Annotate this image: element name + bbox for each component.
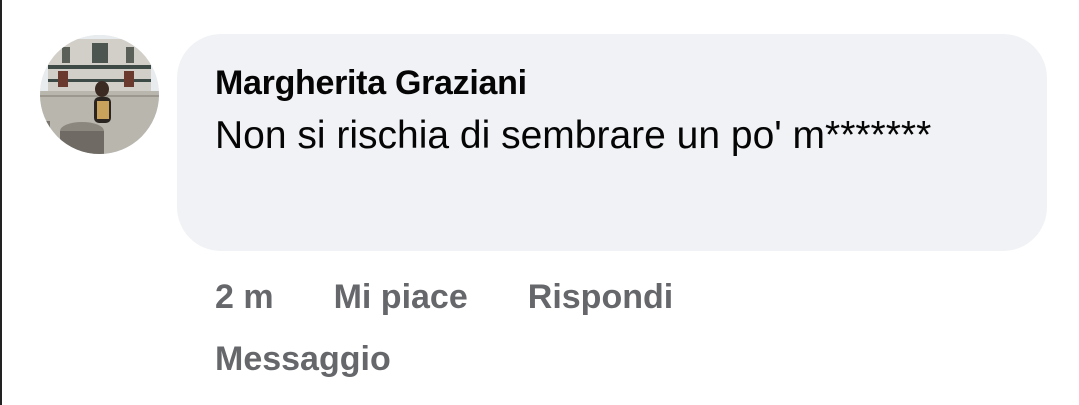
comment-actions: 2 m Mi piace Rispondi Messaggio (215, 274, 673, 382)
like-button[interactable]: Mi piace (334, 274, 468, 320)
reply-button[interactable]: Rispondi (528, 274, 673, 320)
avatar-photo-icon (40, 35, 159, 154)
comment-text: Non si rischia di sembrare un po' m*****… (215, 114, 932, 157)
message-button[interactable]: Messaggio (215, 336, 391, 382)
comment-timestamp[interactable]: 2 m (215, 274, 274, 320)
avatar[interactable] (40, 35, 159, 154)
comment-author[interactable]: Margherita Graziani (215, 62, 1017, 104)
comment-container: Margherita Graziani Non si rischia di se… (0, 0, 1079, 405)
comment-bubble: Margherita Graziani Non si rischia di se… (177, 34, 1047, 251)
